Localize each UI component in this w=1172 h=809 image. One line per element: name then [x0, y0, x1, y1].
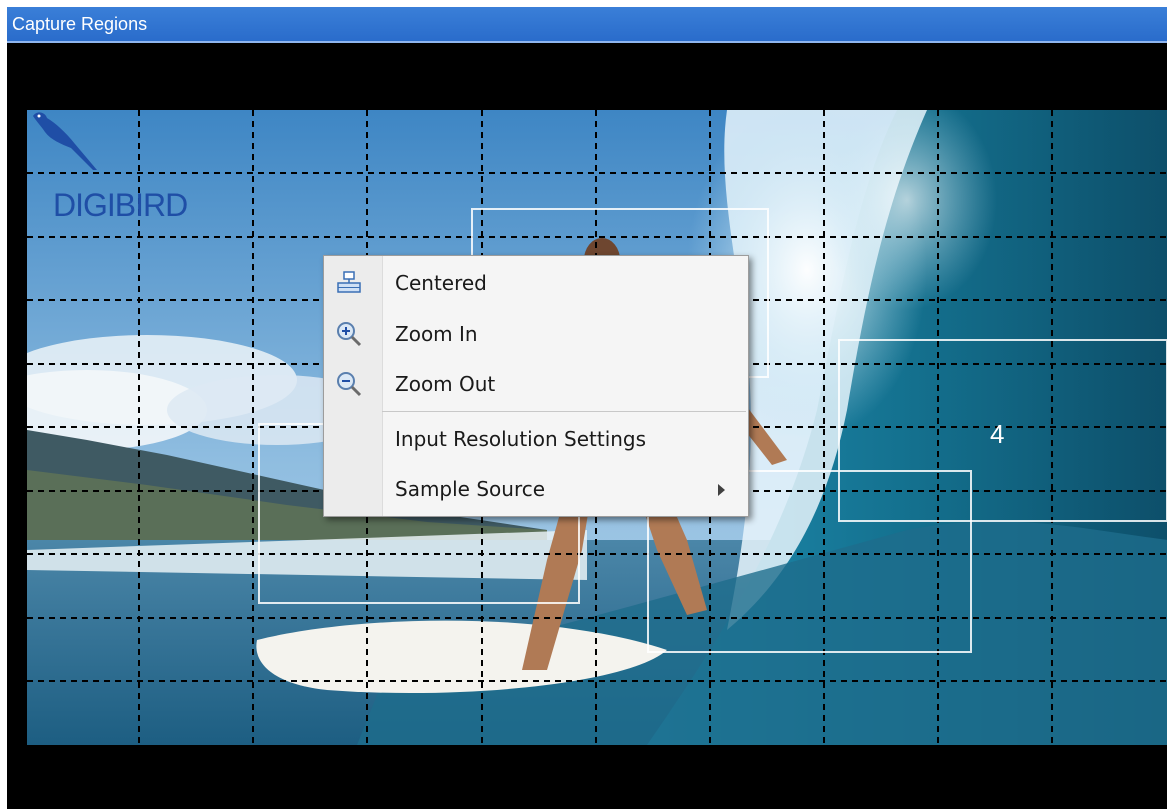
menu-item-label: Centered: [395, 271, 487, 295]
menu-item-sample-source[interactable]: Sample Source: [325, 465, 747, 513]
digibird-logo-text: DIGIBIRD: [53, 187, 188, 223]
centered-icon: [337, 271, 361, 293]
zoom-out-icon: [337, 372, 362, 397]
zoom-in-icon: [337, 322, 362, 347]
region-number-label: 4: [990, 419, 1005, 449]
menu-item-centered[interactable]: Centered: [325, 259, 747, 307]
window-title-bar[interactable]: Capture Regions: [7, 7, 1167, 43]
context-menu: Centered Zoom In Zoom Out Input Resoluti…: [323, 255, 749, 517]
menu-item-zoom-out[interactable]: Zoom Out: [325, 360, 747, 408]
menu-item-label: Sample Source: [395, 477, 546, 501]
menu-item-zoom-in[interactable]: Zoom In: [325, 310, 747, 358]
menu-item-label: Input Resolution Settings: [395, 427, 647, 451]
bird-logo-icon: [33, 112, 97, 170]
menu-item-label: Zoom In: [395, 322, 478, 346]
submenu-arrow-icon: [718, 484, 725, 496]
menu-item-label: Zoom Out: [395, 372, 496, 396]
menu-separator: [382, 411, 746, 412]
menu-item-input-resolution-settings[interactable]: Input Resolution Settings: [325, 415, 747, 463]
window-title: Capture Regions: [12, 14, 148, 34]
capture-preview[interactable]: DIGIBIRD 4 Centered Zoom In Zoom Out Inp…: [7, 43, 1167, 809]
